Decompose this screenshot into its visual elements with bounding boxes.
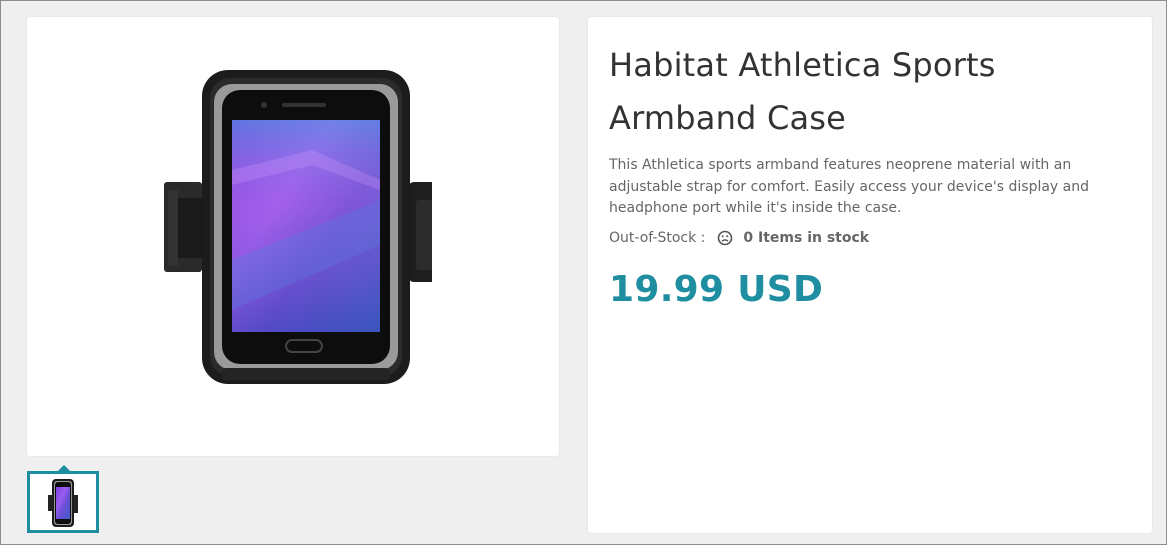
product-info-card: Habitat Athletica Sports Armband Case Th… [588,17,1152,533]
product-price: 19.99 USD [609,269,824,310]
stock-status: Out-of-Stock : 0 Items in stock [609,230,869,246]
product-image[interactable] [162,70,432,405]
stock-value: 0 Items in stock [743,230,870,246]
product-title: Habitat Athletica Sports Armband Case [609,46,996,137]
product-image-card [27,17,559,456]
page-frame: Habitat Athletica Sports Armband Case Th… [0,0,1167,545]
thumbnail-image [48,479,78,527]
thumbnail-armband-case[interactable] [27,471,99,533]
product-description: This Athletica sports armband features n… [609,157,1089,216]
stock-label: Out-of-Stock : [609,230,706,246]
sad-face-icon [718,230,733,246]
